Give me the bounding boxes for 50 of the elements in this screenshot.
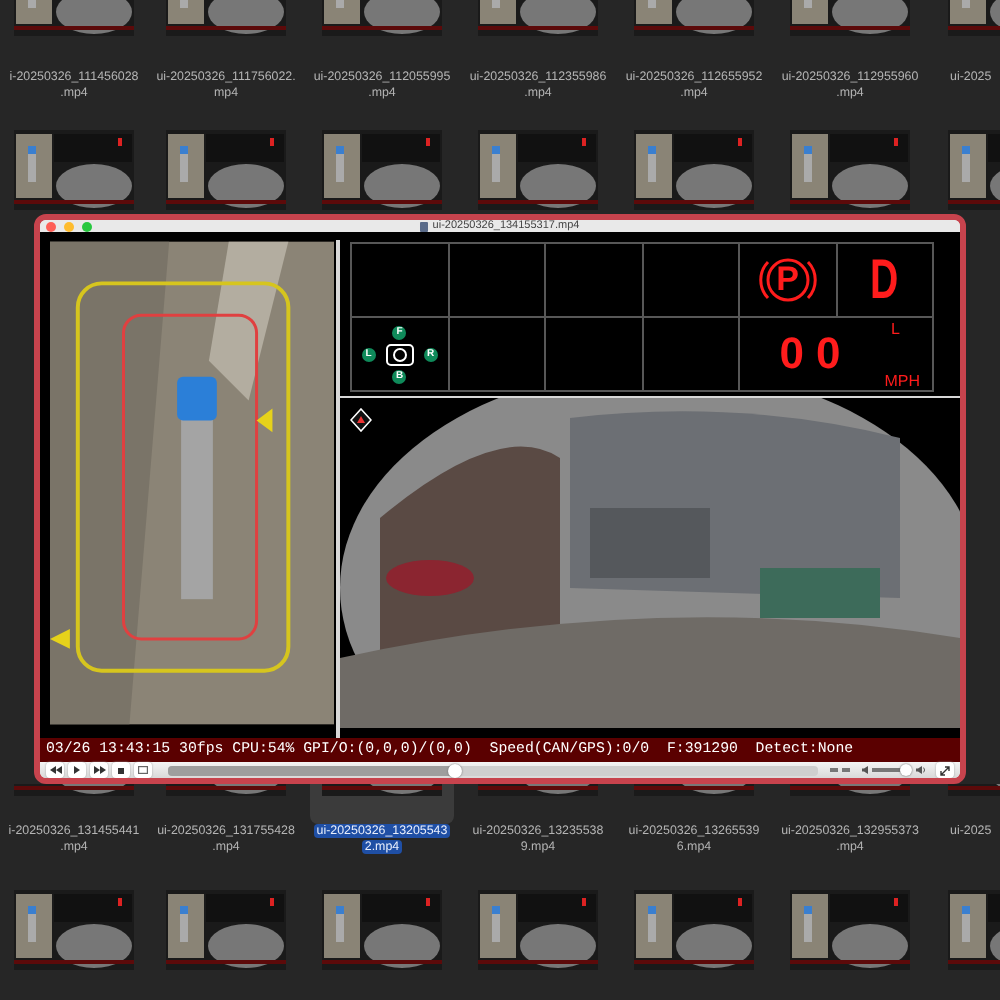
video-thumbnail[interactable]: [14, 890, 134, 970]
fast-forward-icon: [93, 766, 105, 774]
video-thumbnail[interactable]: [634, 130, 754, 210]
video-thumbnail[interactable]: [478, 784, 598, 796]
video-thumbnail[interactable]: [478, 0, 598, 36]
document-icon: [420, 221, 429, 231]
play-icon: [74, 766, 80, 774]
dashboard-cell: [546, 318, 641, 390]
speed-unit: MPH: [884, 372, 920, 390]
playback-speed-icon[interactable]: [830, 766, 850, 774]
video-thumbnail[interactable]: [166, 0, 286, 36]
play-button[interactable]: [68, 762, 86, 778]
video-thumbnail[interactable]: [14, 784, 134, 796]
video-thumbnail[interactable]: [166, 890, 286, 970]
dashboard-cell: [449, 244, 544, 316]
video-thumbnail[interactable]: [166, 130, 286, 210]
video-thumbnail[interactable]: [478, 130, 598, 210]
video-thumbnail[interactable]: [790, 130, 910, 210]
video-thumbnail[interactable]: [322, 784, 442, 796]
seek-slider[interactable]: [168, 765, 818, 775]
video-thumbnail[interactable]: [166, 784, 286, 796]
video-thumbnail[interactable]: [322, 890, 442, 970]
caption-button[interactable]: [134, 762, 152, 778]
video-thumbnail[interactable]: [322, 130, 442, 210]
caption-icon: [138, 766, 148, 774]
fullscreen-icon: [940, 765, 950, 775]
dashboard-cell: [546, 244, 641, 316]
video-thumbnail[interactable]: [790, 0, 910, 36]
video-thumbnail[interactable]: [634, 784, 754, 796]
stop-button[interactable]: [112, 762, 130, 778]
camera-icon: [385, 343, 414, 365]
gear-indicator: D: [870, 252, 899, 308]
video-thumbnail[interactable]: [634, 890, 754, 970]
video-thumbnail[interactable]: [790, 890, 910, 970]
video-thumbnail[interactable]: [14, 130, 134, 210]
rewind-icon: [49, 766, 61, 774]
video-thumbnail[interactable]: [322, 0, 442, 36]
warning-sign-icon: [350, 408, 372, 432]
speed-reading: 00: [779, 328, 853, 380]
video-thumbnail[interactable]: [790, 784, 910, 796]
video-thumbnail[interactable]: [478, 890, 598, 970]
fast-forward-button[interactable]: [90, 762, 108, 778]
fullscreen-button[interactable]: [936, 762, 954, 778]
rewind-button[interactable]: [46, 762, 64, 778]
video-thumbnail[interactable]: [14, 0, 134, 36]
video-thumbnail[interactable]: [634, 0, 754, 36]
volume-high-icon: [916, 766, 926, 774]
volume-low-icon: [862, 766, 868, 774]
stop-icon: [118, 767, 124, 773]
indicator-label: L: [891, 320, 900, 338]
